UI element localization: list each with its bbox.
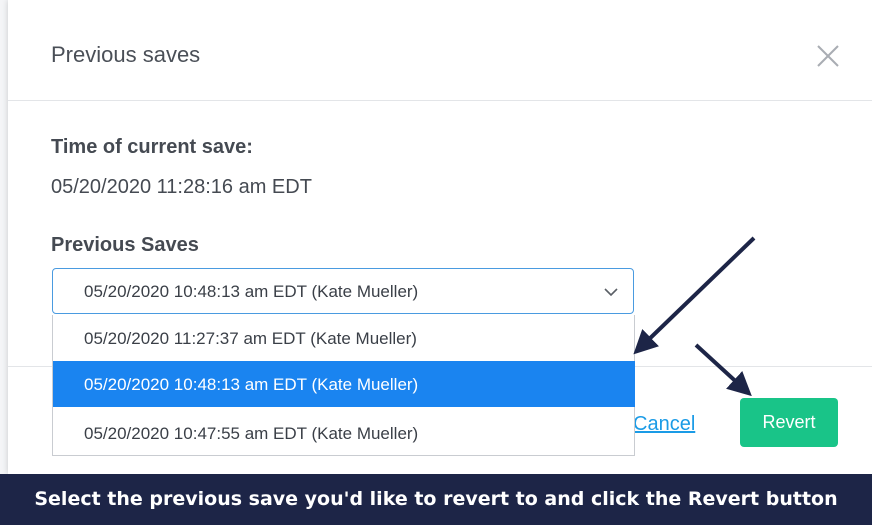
current-save-label: Time of current save: [51,136,253,158]
dropdown-option[interactable]: 05/20/2020 11:27:37 am EDT (Kate Mueller… [53,315,635,361]
instruction-banner: Select the previous save you'd like to r… [0,474,872,525]
dropdown-option-label: 05/20/2020 11:27:37 am EDT (Kate Mueller… [84,329,417,348]
revert-button[interactable]: Revert [740,398,838,447]
cancel-link[interactable]: Cancel [633,413,695,436]
previous-saves-label: Previous Saves [51,234,199,256]
modal-title: Previous saves [51,42,201,67]
select-value: 05/20/2020 10:48:13 am EDT (Kate Mueller… [84,282,419,301]
dropdown-list: 05/20/2020 11:27:37 am EDT (Kate Mueller… [52,315,635,456]
dropdown-option[interactable]: 05/20/2020 10:47:55 am EDT (Kate Mueller… [53,410,635,456]
modal-header: Previous saves [8,0,872,101]
dropdown-option-label: 05/20/2020 10:48:13 am EDT (Kate Mueller… [84,375,419,394]
close-icon[interactable] [814,42,842,70]
dropdown-option-label: 05/20/2020 10:47:55 am EDT (Kate Mueller… [84,424,419,443]
chevron-down-icon [603,284,619,300]
previous-saves-select[interactable]: 05/20/2020 10:48:13 am EDT (Kate Mueller… [52,268,634,314]
dropdown-option-selected[interactable]: 05/20/2020 10:48:13 am EDT (Kate Mueller… [53,361,635,407]
current-save-time: 05/20/2020 11:28:16 am EDT [51,176,312,198]
